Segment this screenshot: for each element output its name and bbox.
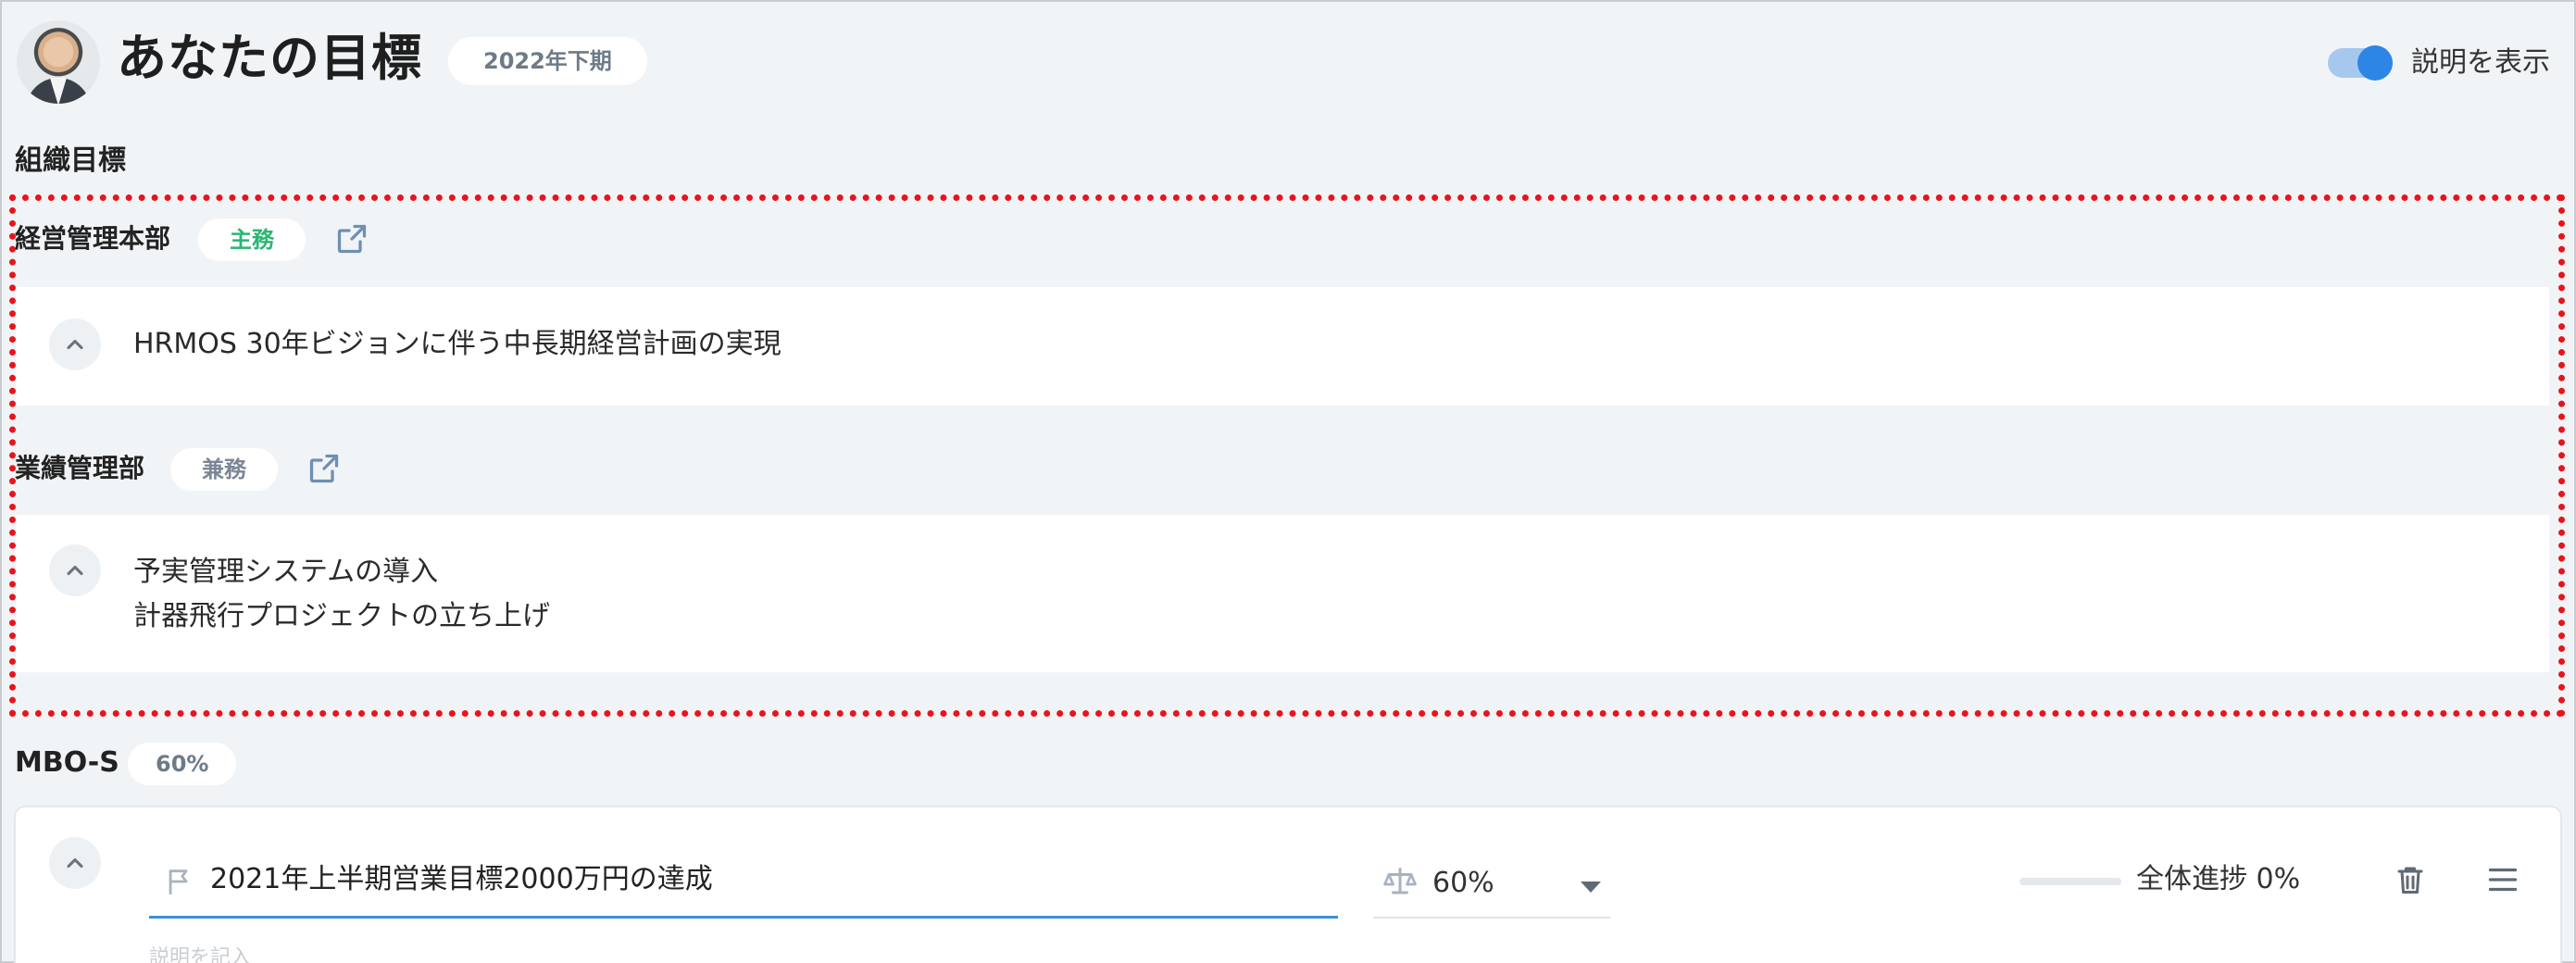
chevron-up-icon xyxy=(67,857,83,869)
toggle-knob xyxy=(2357,45,2393,81)
flag-icon xyxy=(169,869,188,895)
toggle-label: 説明を表示 xyxy=(2411,46,2550,79)
trash-icon[interactable] xyxy=(2394,861,2427,898)
period-badge[interactable]: 2022年下期 xyxy=(448,37,647,85)
department-name: 経営管理本部 xyxy=(15,223,171,254)
show-description-toggle[interactable] xyxy=(2328,45,2393,81)
org-goal-text: 予実管理システムの導入 xyxy=(133,556,439,588)
description-placeholder[interactable]: 説明を記入 xyxy=(149,944,251,963)
chevron-up-icon xyxy=(67,565,83,576)
role-badge-secondary: 兼務 xyxy=(170,448,278,491)
mbo-percent-badge: 60% xyxy=(128,743,237,785)
chevron-up-icon xyxy=(67,339,83,350)
progress-bar xyxy=(2020,878,2121,885)
page-title: あなたの目標 xyxy=(117,29,422,87)
goal-title-value: 2021年上半期営業目標2000万円の達成 xyxy=(210,863,713,895)
external-link-icon[interactable] xyxy=(307,452,341,485)
scale-icon xyxy=(1383,868,1417,894)
org-section-label: 組織目標 xyxy=(15,144,126,177)
collapse-button[interactable] xyxy=(49,837,101,889)
weight-select[interactable]: 60% xyxy=(1373,844,1610,919)
progress-label: 全体進捗 0% xyxy=(2136,863,2301,895)
mbo-section-label: MBO-S xyxy=(15,746,119,779)
org-goal-text: HRMOS 30年ビジョンに伴う中長期経営計画の実現 xyxy=(133,328,782,360)
avatar xyxy=(17,20,100,104)
goal-title-input[interactable]: 2021年上半期営業目標2000万円の達成 xyxy=(149,844,1338,919)
external-link-icon[interactable] xyxy=(335,222,369,256)
menu-icon[interactable] xyxy=(2486,863,2520,896)
weight-value: 60% xyxy=(1432,867,1494,899)
collapse-button[interactable] xyxy=(49,544,101,596)
department-name: 業績管理部 xyxy=(15,453,145,483)
org-goal-row: HRMOS 30年ビジョンに伴う中長期経営計画の実現 xyxy=(16,287,2549,406)
caret-down-icon xyxy=(1581,882,1601,893)
collapse-button[interactable] xyxy=(49,319,101,370)
org-goal-row: 予実管理システムの導入 計器飛行プロジェクトの立ち上げ xyxy=(16,515,2549,672)
role-badge-primary: 主務 xyxy=(198,219,306,261)
org-goal-text: 計器飛行プロジェクトの立ち上げ xyxy=(133,600,550,632)
mbo-goal-card: 2021年上半期営業目標2000万円の達成 60% 全体進捗 0% 説明を記入 xyxy=(16,807,2560,963)
